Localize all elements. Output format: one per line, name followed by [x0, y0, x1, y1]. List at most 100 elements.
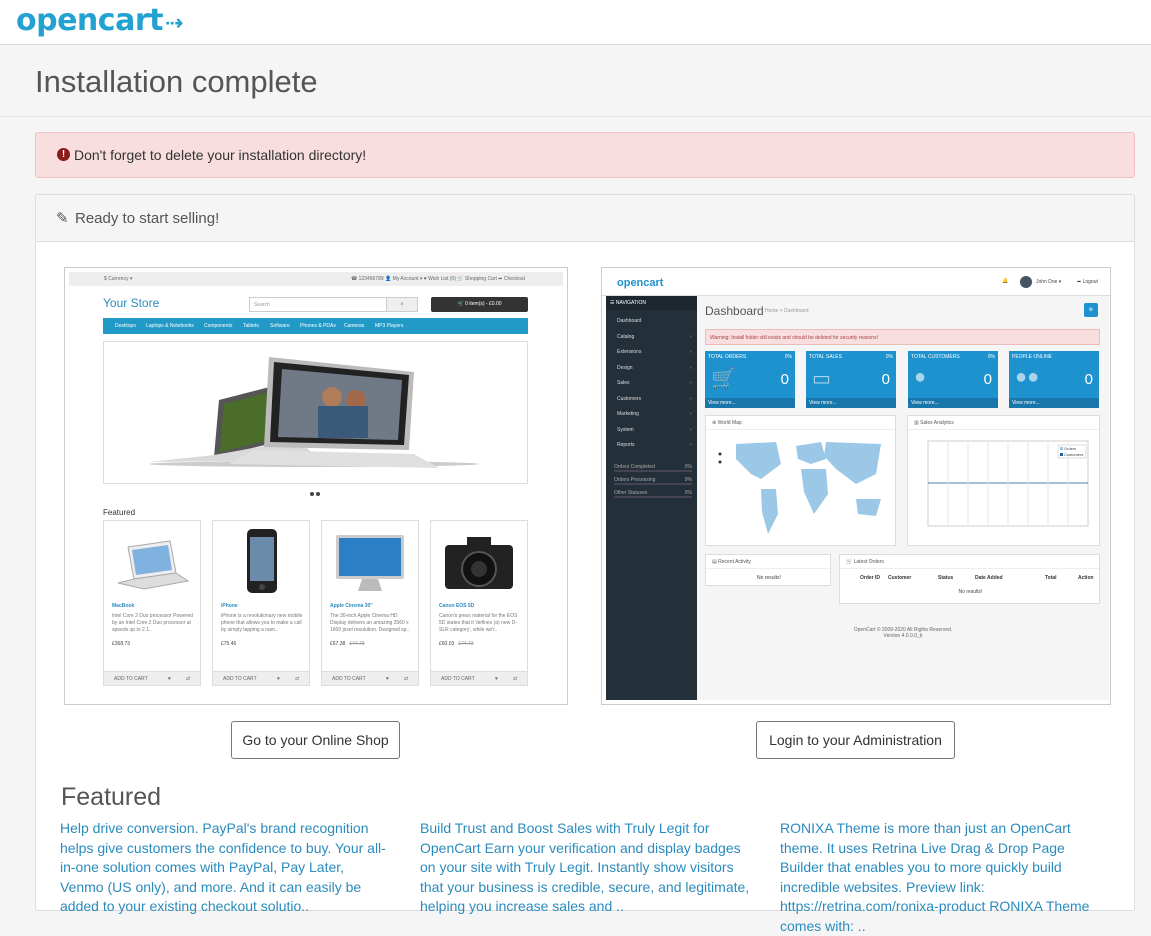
macbook-image	[114, 527, 190, 597]
administration-preview[interactable]: opencart 🔔 John Doe ▾ ➦ Logout ☰ NAVIGAT…	[601, 267, 1111, 705]
admin-topbar: opencart 🔔 John Doe ▾ ➦ Logout	[602, 268, 1111, 296]
admin-nav-item: Catalog	[617, 334, 634, 340]
product-price: £368.73	[112, 641, 130, 647]
slideshow-dots	[310, 492, 322, 496]
featured-item-paypal[interactable]: Help drive conversion. PayPal's brand re…	[60, 819, 390, 917]
panel-heading: ✎ Ready to start selling!	[36, 195, 1134, 242]
product-card: MacBook Intel Core 2 Duo processor Power…	[103, 520, 201, 686]
admin-breadcrumb: Home > Dashboard	[765, 308, 809, 314]
shop-nav-item: Tablets	[243, 323, 259, 329]
featured-item-ronixa[interactable]: RONIXA Theme is more than just an OpenCa…	[780, 819, 1110, 936]
avatar	[1020, 276, 1032, 288]
cart-icon: 🛒	[711, 366, 736, 391]
admin-sidebar: ☰ NAVIGATION Dashboard Catalog› Extensio…	[606, 296, 697, 700]
shop-nav-item: MP3 Players	[375, 323, 403, 329]
admin-logo: opencart	[617, 277, 663, 289]
shop-nav-bar: Desktops Laptops & Notebooks Components …	[103, 318, 528, 334]
admin-nav-item: System	[617, 427, 634, 433]
shop-top-links: ☎ 123456789 👤 My Account ▾ ♥ Wish List (…	[351, 276, 525, 282]
featured-item-truly-legit[interactable]: Build Trust and Boost Sales with Truly L…	[420, 819, 750, 917]
legend-orders: Orders	[1064, 446, 1076, 451]
shop-search-input: Search	[249, 297, 389, 312]
admin-main: Dashboard Home > Dashboard ⚙ Warning: In…	[697, 296, 1109, 700]
user-icon: ●	[914, 366, 926, 389]
shop-nav-item: Components	[204, 323, 232, 329]
camera-image	[441, 527, 517, 597]
opencart-logo[interactable]: opencart⇢	[16, 3, 183, 38]
laptop-image	[104, 342, 529, 485]
product-price: £67.38£74.73	[330, 641, 365, 647]
stat-other-statuses: Other Statuses0%	[614, 490, 692, 498]
admin-nav-item: Extensions	[617, 349, 641, 355]
tile-total-customers: TOTAL CUSTOMERS0%●0View more...	[908, 351, 998, 408]
latest-orders-title: 🛒 Latest Orders	[840, 555, 1099, 569]
admin-nav-item: Reports	[617, 442, 635, 448]
world-map-image	[716, 434, 891, 544]
admin-footer: OpenCart © 2009-2020 All Rights Reserved…	[697, 627, 1109, 639]
tile-total-sales: TOTAL SALES0%▭0View more...	[806, 351, 896, 408]
legend-customers: Customers	[1064, 452, 1083, 457]
world-map-title: ⊕ World Map	[706, 416, 895, 430]
admin-warning: Warning: Install folder still exists and…	[705, 329, 1100, 345]
shop-nav-item: Desktops	[115, 323, 136, 329]
bell-icon: 🔔	[1002, 278, 1008, 284]
login-admin-button[interactable]: Login to your Administration	[756, 721, 955, 759]
shop-nav-item: Cameras	[344, 323, 364, 329]
world-map-panel: ⊕ World Map	[705, 415, 896, 546]
warning-alert: ! Don't forget to delete your installati…	[35, 132, 1135, 178]
online-shop-preview[interactable]: $ Currency ▾ ☎ 123456789 👤 My Account ▾ …	[64, 267, 568, 705]
iphone-image	[223, 527, 299, 597]
product-card: Apple Cinema 30" The 30-inch Apple Cinem…	[321, 520, 419, 686]
admin-nav-item: Design	[617, 365, 633, 371]
product-actions: ADD TO CART♥⇄	[104, 671, 200, 685]
go-to-shop-button[interactable]: Go to your Online Shop	[231, 721, 400, 759]
product-name: MacBook	[112, 603, 134, 609]
no-results: No results!	[706, 575, 832, 581]
recent-activity-panel: ▤ Recent Activity No results!	[705, 554, 831, 586]
orders-table-header: Order ID Customer Status Date Added Tota…	[840, 575, 1101, 585]
page-title: Installation complete	[35, 64, 318, 100]
ready-panel: ✎ Ready to start selling! $ Currency ▾ ☎…	[35, 194, 1135, 911]
product-name: iPhone	[221, 603, 238, 609]
product-price: £60.03£74.73	[439, 641, 474, 647]
admin-nav-item: Customers	[617, 396, 641, 402]
admin-nav-item: Marketing	[617, 411, 639, 417]
shop-cart-button: 🛒 0 item(s) - £0.00	[431, 297, 528, 312]
panel-heading-text: Ready to start selling!	[75, 210, 219, 227]
cinema-display-image	[332, 527, 408, 597]
product-name: Canon EOS 5D	[439, 603, 474, 609]
exclamation-circle-icon: !	[57, 148, 70, 161]
product-desc: iPhone is a revolutionary new mobile pho…	[221, 613, 303, 634]
users-icon: ●●	[1015, 366, 1039, 389]
latest-orders-panel: 🛒 Latest Orders Order ID Customer Status…	[839, 554, 1100, 604]
currency-dropdown: $ Currency ▾	[104, 276, 132, 282]
product-desc: Intel Core 2 Duo processor Powered by an…	[112, 613, 194, 634]
stat-orders-completed: Orders Completed0%	[614, 464, 692, 472]
no-results: No results!	[840, 589, 1101, 595]
alert-text: Don't forget to delete your installation…	[74, 147, 366, 163]
credit-card-icon: ▭	[812, 366, 831, 391]
pencil-icon: ✎	[56, 209, 69, 227]
search-icon: ⌕	[386, 297, 418, 312]
product-price: £75.46	[221, 641, 236, 647]
product-desc: Canon's press material for the EOS 5D st…	[439, 613, 521, 634]
logout-link: ➦ Logout	[1077, 279, 1098, 285]
product-actions: ADD TO CART♥⇄	[431, 671, 527, 685]
sales-analytics-title: ▥ Sales Analytics	[908, 416, 1099, 430]
sales-analytics-panel: ▥ Sales Analytics Orders Customers	[907, 415, 1100, 546]
shop-nav-item: Software	[270, 323, 290, 329]
shop-nav-item: Phones & PDAs	[300, 323, 336, 329]
product-card: Canon EOS 5D Canon's press material for …	[430, 520, 528, 686]
admin-title: Dashboard	[705, 304, 764, 318]
tile-total-orders: TOTAL ORDERS0%🛒0View more...	[705, 351, 795, 408]
recent-activity-title: ▤ Recent Activity	[706, 555, 830, 569]
store-name: Your Store	[103, 296, 159, 310]
admin-nav-item: Sales	[617, 380, 630, 386]
admin-user: John Doe ▾	[1036, 279, 1061, 285]
cart-logo-icon: ⇢	[165, 11, 183, 36]
nav-header: ☰ NAVIGATION	[606, 296, 697, 310]
stat-orders-processing: Orders Processing0%	[614, 477, 692, 485]
shop-topbar: $ Currency ▾ ☎ 123456789 👤 My Account ▾ …	[69, 272, 563, 286]
product-desc: The 30-inch Apple Cinema HD Display deli…	[330, 613, 412, 634]
shop-nav-item: Laptops & Notebooks	[146, 323, 194, 329]
